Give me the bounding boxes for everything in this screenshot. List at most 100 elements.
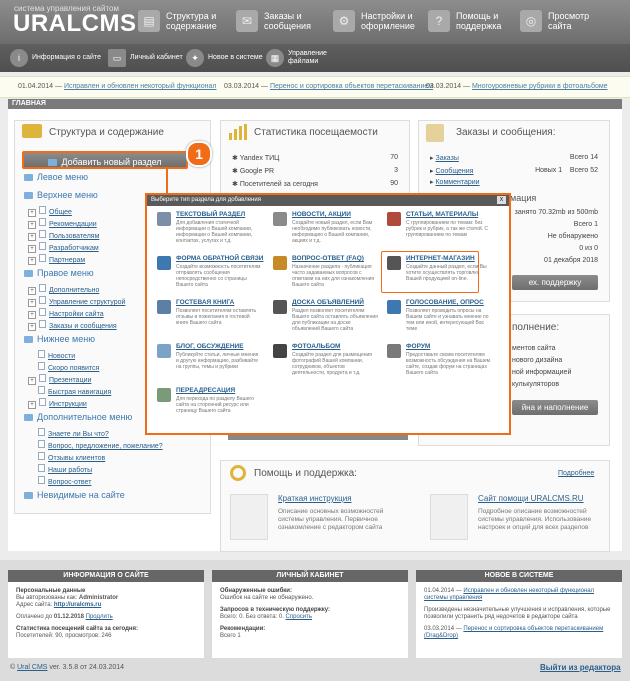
nav-orders[interactable]: ✉ Заказы и сообщения — [236, 10, 311, 32]
expand-icon[interactable]: + — [28, 221, 36, 229]
tree-item[interactable]: Вопрос, предложение, пожелание? — [28, 440, 163, 450]
tree-item[interactable]: Новости — [28, 350, 75, 360]
tree-folder[interactable]: Дополнительное меню — [24, 412, 132, 422]
subnav-news[interactable]: ✦ Новое в системе — [186, 49, 263, 67]
close-icon[interactable]: x — [497, 196, 506, 204]
instruction-link[interactable]: Краткая инструкция — [278, 494, 352, 503]
page-icon — [38, 452, 45, 460]
expand-icon[interactable]: + — [28, 377, 36, 385]
section-type-option[interactable]: ДОСКА ОБЪЯВЛЕНИЙ Раздел позволяет посетит… — [273, 299, 381, 339]
option-title[interactable]: ВОПРОС-ОТВЕТ (FAQ) — [292, 255, 364, 262]
tree-item[interactable]: + Дополнительно — [28, 284, 99, 295]
nav-settings[interactable]: ⚙ Настройки и оформление — [333, 10, 415, 32]
news-link[interactable]: Исправлен и обновлен некоторый функциона… — [64, 83, 217, 90]
tree-folder[interactable]: Верхнее меню — [24, 190, 98, 200]
design-button[interactable]: йна и наполнение — [512, 400, 598, 415]
expand-icon[interactable]: + — [28, 311, 36, 319]
tree-item[interactable]: Скоро появится — [28, 362, 99, 372]
tree-item[interactable]: + Пользователям — [28, 230, 99, 241]
section-type-option[interactable]: ПЕРЕАДРЕСАЦИЯ Для перехода по разделу Ваш… — [157, 387, 265, 427]
option-title[interactable]: ГОЛОСОВАНИЕ, ОПРОС — [406, 299, 484, 306]
folder-icon — [24, 492, 33, 499]
news-link[interactable]: Многоуровневые рубрики в фотоальбоме — [472, 83, 608, 90]
help-site-desc: Подробное описание возможностей системы … — [478, 508, 592, 531]
option-desc: Создайте новый раздел, если Вам необходи… — [292, 220, 373, 244]
option-title[interactable]: НОВОСТИ, АКЦИИ — [292, 211, 351, 218]
poll-icon — [387, 300, 401, 314]
messages-row: ▸ Сообщения Новых 1 Всего 52 — [430, 167, 598, 175]
expand-icon[interactable]: + — [28, 245, 36, 253]
nav-help[interactable]: ? Помощь и поддержка — [428, 10, 501, 32]
tree-item[interactable]: + Инструкции — [28, 398, 87, 409]
feedback-form-icon — [157, 256, 171, 270]
tree-folder[interactable]: Правое меню — [24, 268, 94, 278]
option-title[interactable]: ПЕРЕАДРЕСАЦИЯ — [176, 387, 235, 394]
tree-item[interactable]: + Презентации — [28, 374, 91, 385]
tree-item[interactable]: Вопрос-ответ — [28, 476, 91, 486]
option-title[interactable]: ФОРУМ — [406, 343, 430, 350]
tree-item[interactable]: + Управление структурой — [28, 296, 125, 307]
stat-row: ✱ Yandex ТИЦ 70 — [232, 154, 398, 162]
section-type-option[interactable]: СТАТЬИ, МАТЕРИАЛЫ С группированием по тем… — [387, 211, 495, 251]
help-more-link[interactable]: Подробнее — [558, 470, 594, 477]
nav-view-site[interactable]: ◎ Просмотр сайта — [520, 10, 589, 32]
sub-bar: i Информация о сайте ▭ Личный кабинет ✦ Нов… — [0, 44, 630, 72]
support-button[interactable]: ех. поддержку — [512, 275, 598, 290]
expand-icon[interactable]: + — [28, 299, 36, 307]
logout-link[interactable]: Выйти из редактора — [540, 663, 621, 672]
tree-item[interactable]: + Настройки сайта — [28, 308, 104, 319]
subnav-files[interactable]: ▦ Управление файлами — [266, 49, 327, 67]
page-icon — [39, 284, 46, 292]
option-title[interactable]: ФОТОАЛЬБОМ — [292, 343, 340, 350]
section-type-option[interactable]: ФОТОАЛЬБОМ Создайте раздел для размещения… — [273, 343, 381, 383]
tree-item[interactable]: + Заказы и сообщения — [28, 320, 117, 331]
option-title[interactable]: СТАТЬИ, МАТЕРИАЛЫ — [406, 211, 478, 218]
tree-item[interactable]: Быстрая навигация — [28, 386, 111, 396]
section-type-option[interactable]: ГОЛОСОВАНИЕ, ОПРОС Позволяет проводить оп… — [387, 299, 495, 339]
section-type-option[interactable]: ФОРУМ Предоставьте своим посетителям возм… — [387, 343, 495, 383]
tree-folder[interactable]: Левое меню — [24, 172, 88, 182]
option-title[interactable]: ТЕКСТОВЫЙ РАЗДЕЛ — [176, 211, 245, 218]
expand-icon[interactable]: + — [28, 401, 36, 409]
tree-folder[interactable]: Нижнее меню — [24, 334, 95, 344]
tree-folder[interactable]: Невидимые на сайте — [24, 490, 125, 500]
tree-item[interactable]: Наши работы — [28, 464, 92, 474]
option-desc: Позволяет проводить опросы на Вашем сайт… — [406, 308, 489, 332]
section-type-option[interactable]: ФОРМА ОБРАТНОЙ СВЯЗИ Создайте возможность… — [157, 255, 265, 295]
help-site-link[interactable]: Сайт помощи URALCMS.RU — [478, 494, 584, 503]
nav-structure[interactable]: ▤ Структура и содержание — [138, 10, 217, 32]
option-title[interactable]: ФОРМА ОБРАТНОЙ СВЯЗИ — [176, 255, 263, 262]
subnav-site-info[interactable]: i Информация о сайте — [10, 49, 101, 67]
section-type-option[interactable]: ГОСТЕВАЯ КНИГА Позволяет посетителям оста… — [157, 299, 265, 339]
option-title[interactable]: ДОСКА ОБЪЯВЛЕНИЙ — [292, 299, 364, 306]
section-type-option[interactable]: ТЕКСТОВЫЙ РАЗДЕЛ Для добавления статичной… — [157, 211, 265, 251]
expand-icon[interactable]: + — [28, 323, 36, 331]
expand-icon[interactable]: + — [28, 287, 36, 295]
news-strip: 01.04.2014 — Исправлен и обновлен некото… — [0, 76, 630, 98]
expand-icon[interactable]: + — [28, 257, 36, 265]
add-section-button[interactable]: Добавить новый раздел — [22, 151, 188, 169]
news-link[interactable]: Перенос и сортировка объектов перетаскив… — [270, 83, 433, 90]
add-section-dialog: Выберите тип раздела для добавления x ТЕ… — [145, 193, 511, 435]
comments-row: ▸ Комментарии — [430, 179, 480, 186]
option-desc: Создайте возможность посетителям отправл… — [176, 264, 261, 288]
tree-item[interactable]: + Рекомендации — [28, 218, 97, 229]
subnav-cabinet[interactable]: ▭ Личный кабинет — [108, 49, 183, 67]
tree-item[interactable]: + Общее — [28, 206, 72, 217]
tree-item[interactable]: Знаете ли Вы что? — [28, 428, 109, 438]
footer-site-info: ИНФОРМАЦИЯ О САЙТЕ Персональные данные В… — [8, 570, 204, 658]
expand-icon[interactable]: + — [28, 209, 36, 217]
tree-item[interactable]: + Разработчикам — [28, 242, 99, 253]
lifebuoy-icon — [230, 465, 246, 481]
section-type-option[interactable]: НОВОСТИ, АКЦИИ Создайте новый раздел, есл… — [273, 211, 381, 251]
files-icon: ▦ — [266, 49, 284, 67]
tree-item[interactable]: + Партнерам — [28, 254, 85, 265]
expand-icon[interactable]: + — [28, 233, 36, 241]
tree-item[interactable]: Отзывы клиентов — [28, 452, 105, 462]
logo[interactable]: URALCMS — [13, 10, 137, 38]
callout-1: 1 — [186, 141, 212, 167]
section-type-option[interactable]: ВОПРОС-ОТВЕТ (FAQ) Назначение раздела - п… — [273, 255, 381, 295]
option-title[interactable]: БЛОГ, ОБСУЖДЕНИЕ — [176, 343, 244, 350]
section-type-option[interactable]: БЛОГ, ОБСУЖДЕНИЕ Публикуйте статьи, личны… — [157, 343, 265, 383]
option-title[interactable]: ГОСТЕВАЯ КНИГА — [176, 299, 234, 306]
